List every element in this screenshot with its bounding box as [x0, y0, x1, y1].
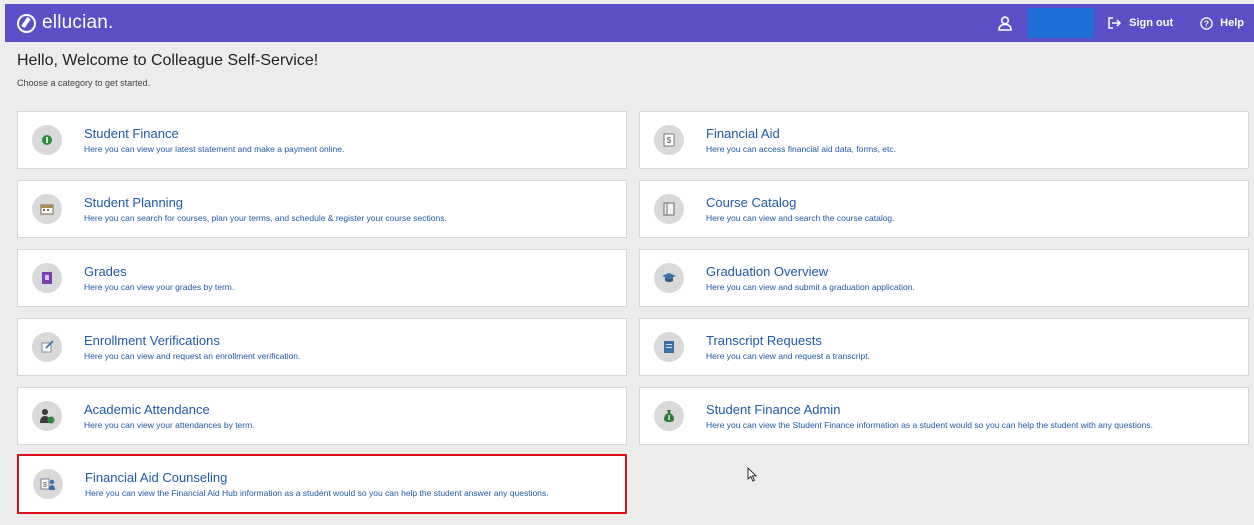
- tile-student-finance[interactable]: Student Finance Here you can view your l…: [17, 111, 627, 169]
- tile-description: Here you can search for courses, plan yo…: [84, 212, 447, 223]
- money-icon: [32, 125, 62, 155]
- tile-title[interactable]: Graduation Overview: [706, 264, 915, 280]
- tile-description: Here you can view the Student Finance in…: [706, 419, 1153, 430]
- tile-description: Here you can view and request an enrollm…: [84, 350, 301, 361]
- tile-student-planning[interactable]: Student Planning Here you can search for…: [17, 180, 627, 238]
- help-label: Help: [1220, 17, 1244, 29]
- counseling-icon: $: [33, 469, 63, 499]
- tile-title[interactable]: Student Planning: [84, 195, 447, 211]
- welcome-section: Hello, Welcome to Colleague Self-Service…: [17, 52, 318, 88]
- tile-enrollment-verifications[interactable]: Enrollment Verifications Here you can vi…: [17, 318, 627, 376]
- tile-financial-aid[interactable]: $ Financial Aid Here you can access fina…: [639, 111, 1249, 169]
- grade-book-icon: [32, 263, 62, 293]
- sign-out-label: Sign out: [1129, 17, 1174, 29]
- page-title: Hello, Welcome to Colleague Self-Service…: [17, 52, 319, 69]
- tile-financial-aid-counseling[interactable]: $ Financial Aid Counseling Here you can …: [17, 454, 627, 514]
- tile-description: Here you can view the Financial Aid Hub …: [85, 487, 549, 498]
- top-navigation-bar: ellucian. Sign out ? Help: [5, 4, 1254, 42]
- mouse-cursor-icon: [747, 466, 758, 487]
- tile-academic-attendance[interactable]: Academic Attendance Here you can view yo…: [17, 387, 627, 445]
- book-icon: [654, 194, 684, 224]
- calendar-icon: [32, 194, 62, 224]
- tile-title[interactable]: Grades: [84, 264, 234, 280]
- tile-grades[interactable]: Grades Here you can view your grades by …: [17, 249, 627, 307]
- category-tiles: Student Finance Here you can view your l…: [17, 111, 1249, 521]
- tile-description: Here you can view your attendances by te…: [84, 419, 255, 430]
- verify-document-icon: [32, 332, 62, 362]
- tile-title[interactable]: Course Catalog: [706, 195, 895, 211]
- money-bag-icon: [654, 401, 684, 431]
- tile-title[interactable]: Student Finance: [84, 126, 344, 142]
- tile-description: Here you can view your latest statement …: [84, 143, 345, 154]
- user-icon[interactable]: [992, 10, 1018, 36]
- tile-title[interactable]: Financial Aid: [706, 126, 896, 142]
- tile-title[interactable]: Academic Attendance: [84, 402, 255, 418]
- svg-text:$: $: [43, 482, 47, 489]
- svg-text:?: ?: [1204, 18, 1209, 28]
- help-button[interactable]: ? Help: [1200, 16, 1244, 30]
- header-actions: Sign out ? Help: [992, 4, 1254, 42]
- tile-title[interactable]: Student Finance Admin: [706, 402, 1153, 418]
- tile-graduation-overview[interactable]: Graduation Overview Here you can view an…: [639, 249, 1249, 307]
- attendance-icon: [32, 401, 62, 431]
- tile-student-finance-admin[interactable]: Student Finance Admin Here you can view …: [639, 387, 1249, 445]
- tile-title[interactable]: Financial Aid Counseling: [85, 470, 549, 486]
- transcript-icon: [654, 332, 684, 362]
- help-icon: ?: [1200, 16, 1213, 30]
- tile-description: Here you can access financial aid data, …: [706, 143, 896, 154]
- tile-description: Here you can view and search the course …: [706, 212, 895, 223]
- tile-transcript-requests[interactable]: Transcript Requests Here you can view an…: [639, 318, 1249, 376]
- brand-name: ellucian.: [42, 12, 114, 33]
- svg-text:$: $: [667, 136, 672, 145]
- graduation-cap-icon: [654, 263, 684, 293]
- financial-aid-icon: $: [654, 125, 684, 155]
- tile-description: Here you can view and submit a graduatio…: [706, 281, 915, 292]
- sign-out-button[interactable]: Sign out: [1108, 17, 1173, 29]
- ellucian-logo[interactable]: ellucian.: [17, 12, 114, 34]
- tile-course-catalog[interactable]: Course Catalog Here you can view and sea…: [639, 180, 1249, 238]
- page-subtitle: Choose a category to get started.: [17, 78, 151, 88]
- sign-out-icon: [1108, 17, 1122, 29]
- user-name-redacted[interactable]: [1028, 8, 1095, 38]
- tile-title[interactable]: Transcript Requests: [706, 333, 870, 349]
- tile-description: Here you can view and request a transcri…: [706, 350, 870, 361]
- tile-title[interactable]: Enrollment Verifications: [84, 333, 300, 349]
- ellucian-logo-icon: [17, 13, 36, 33]
- tile-description: Here you can view your grades by term.: [84, 281, 235, 292]
